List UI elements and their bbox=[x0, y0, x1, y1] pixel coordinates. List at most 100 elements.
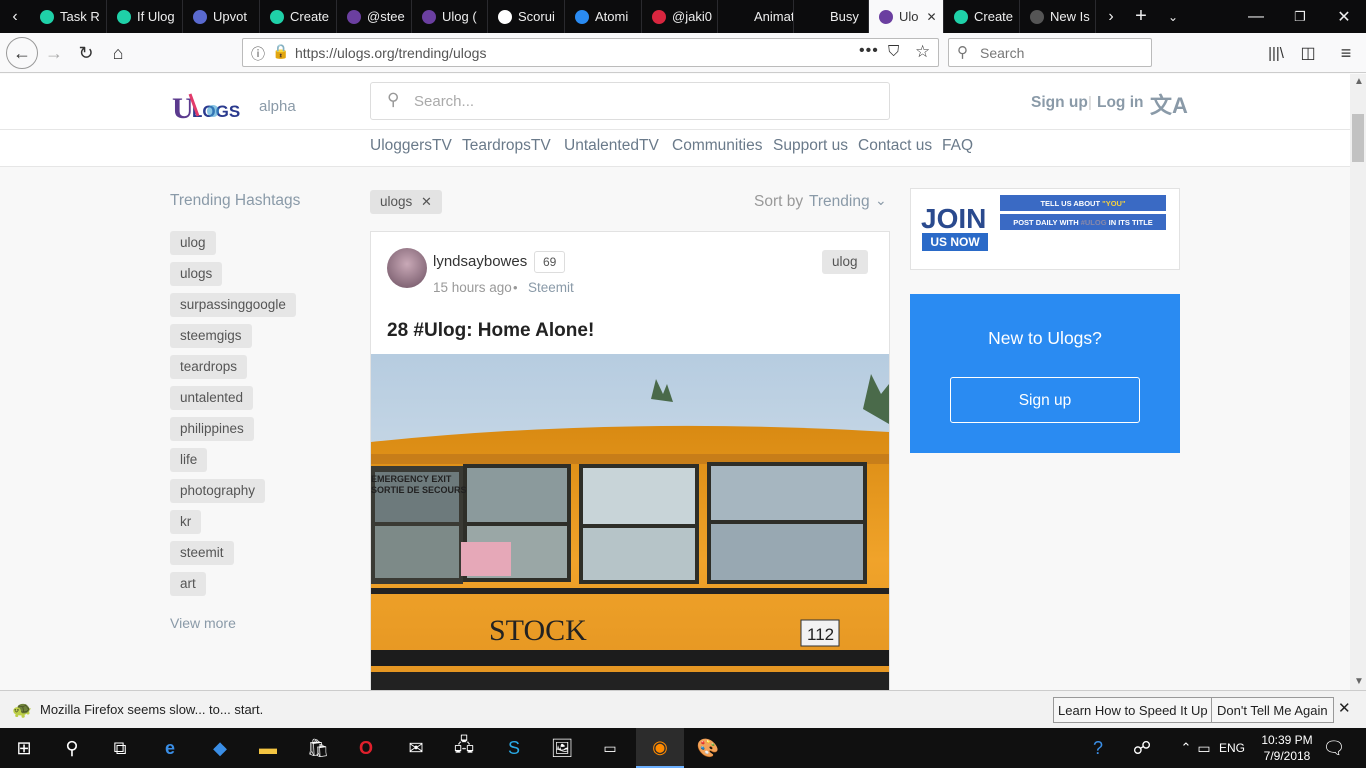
menu-icon[interactable]: ≡ bbox=[1330, 37, 1362, 69]
opera-icon[interactable]: O bbox=[342, 728, 390, 768]
hashtag-life[interactable]: life bbox=[170, 448, 208, 472]
nav-link-faq[interactable]: FAQ bbox=[942, 137, 973, 155]
close-tab-icon[interactable]: ✕ bbox=[927, 10, 937, 24]
post-title[interactable]: 28 #Ulog: Home Alone! bbox=[387, 320, 594, 342]
tab-scroll-left-icon[interactable]: ‹ bbox=[0, 0, 30, 33]
dropbox-icon[interactable]: ◆ bbox=[196, 728, 244, 768]
task-view-icon[interactable]: ⧉ bbox=[96, 728, 144, 768]
restore-icon[interactable]: ❐ bbox=[1280, 0, 1320, 33]
new-tab-icon[interactable]: + bbox=[1126, 0, 1156, 33]
browser-search-input[interactable]: ⚲ Search bbox=[948, 38, 1152, 67]
mail-icon[interactable]: ✉ bbox=[392, 728, 440, 768]
bookmark-star-icon[interactable]: ☆ bbox=[915, 42, 930, 62]
browser-tab[interactable]: If Ulog bbox=[107, 0, 183, 33]
library-icon[interactable]: |||\ bbox=[1260, 37, 1292, 69]
active-filter-chip[interactable]: ulogs ✕ bbox=[370, 190, 442, 214]
signup-button[interactable]: Sign up bbox=[950, 377, 1140, 423]
browser-tab[interactable]: New Is bbox=[1020, 0, 1096, 33]
browser-tab[interactable]: Animated bbox=[718, 0, 794, 33]
sidebar-toggle-icon[interactable]: ◫ bbox=[1292, 37, 1324, 69]
close-icon[interactable]: ✕ bbox=[421, 194, 432, 209]
scroll-down-icon[interactable]: ▼ bbox=[1354, 676, 1364, 687]
network-app-icon[interactable]: 🖧 bbox=[440, 728, 488, 768]
skype-icon[interactable]: S bbox=[490, 728, 538, 768]
post-tag[interactable]: ulog bbox=[822, 250, 868, 274]
help-icon[interactable]: ? bbox=[1074, 728, 1122, 768]
notifications-icon[interactable]: 🗨 bbox=[1310, 728, 1358, 768]
translate-icon[interactable]: 文A bbox=[1150, 88, 1188, 120]
scroll-thumb[interactable] bbox=[1352, 114, 1364, 162]
nav-link-teardropstv[interactable]: TeardropsTV bbox=[462, 137, 551, 155]
hashtag-steemgigs[interactable]: steemgigs bbox=[170, 324, 252, 348]
post-card[interactable]: lyndsaybowes 69 15 hours ago • Steemit u… bbox=[370, 231, 890, 690]
windows-start-icon[interactable]: ⊞ bbox=[0, 728, 48, 768]
nav-link-support-us[interactable]: Support us bbox=[773, 137, 848, 155]
reload-icon[interactable]: ↻ bbox=[70, 37, 102, 69]
ulogs-logo[interactable]: U LOGS bbox=[172, 90, 262, 125]
learn-speed-button[interactable]: Learn How to Speed It Up bbox=[1053, 697, 1213, 723]
paint-icon[interactable]: 🎨 bbox=[684, 728, 732, 768]
firefox-icon[interactable]: ◉ bbox=[636, 728, 684, 768]
close-window-icon[interactable]: ✕ bbox=[1324, 0, 1364, 33]
dont-tell-button[interactable]: Don't Tell Me Again bbox=[1211, 697, 1334, 723]
browser-tab[interactable]: Create bbox=[260, 0, 337, 33]
signup-link[interactable]: Sign up bbox=[1031, 94, 1088, 112]
file-explorer-icon[interactable]: ▬ bbox=[244, 728, 292, 768]
post-author[interactable]: lyndsaybowes bbox=[433, 253, 527, 270]
view-more-link[interactable]: View more bbox=[170, 615, 236, 631]
browser-tab[interactable]: Upvot bbox=[183, 0, 260, 33]
page-actions-icon[interactable]: ••• bbox=[859, 42, 879, 60]
hashtag-ulogs[interactable]: ulogs bbox=[170, 262, 223, 286]
browser-tab[interactable]: @stee bbox=[337, 0, 412, 33]
browser-tab[interactable]: Create bbox=[944, 0, 1020, 33]
back-icon[interactable]: ← bbox=[6, 37, 38, 69]
search-icon[interactable]: ⚲ bbox=[48, 728, 96, 768]
forward-icon[interactable]: → bbox=[38, 37, 70, 69]
minimize-icon[interactable]: — bbox=[1236, 0, 1276, 33]
store-icon[interactable]: 🛍 bbox=[294, 728, 342, 768]
language-indicator[interactable]: ENG bbox=[1219, 741, 1245, 755]
clock-time[interactable]: 10:39 PM bbox=[1257, 733, 1317, 747]
hashtag-surpassinggoogle[interactable]: surpassinggoogle bbox=[170, 293, 296, 317]
image-viewer-icon[interactable]: 🖼 bbox=[538, 728, 586, 768]
hashtag-steemit[interactable]: steemit bbox=[170, 541, 234, 565]
join-banner[interactable]: JOIN US NOW TELL US ABOUT "YOU" POST DAI… bbox=[910, 188, 1180, 270]
browser-tab[interactable]: Busy bbox=[794, 0, 869, 33]
post-image[interactable]: STOCK 112 EMERGENCY EXIT SORTIE DE SECOU… bbox=[371, 354, 889, 690]
pocket-icon[interactable]: ⛉ bbox=[888, 43, 899, 60]
browser-tab[interactable]: Atomi bbox=[565, 0, 642, 33]
page-scrollbar[interactable]: ▲ ▼ bbox=[1350, 74, 1366, 690]
url-text[interactable]: https://ulogs.org/trending/ulogs bbox=[295, 45, 486, 61]
hashtag-photography[interactable]: photography bbox=[170, 479, 266, 503]
home-icon[interactable]: ⌂ bbox=[102, 37, 134, 69]
hashtag-philippines[interactable]: philippines bbox=[170, 417, 254, 441]
close-icon[interactable]: ✕ bbox=[1338, 699, 1351, 717]
browser-tab[interactable]: Scorui bbox=[488, 0, 565, 33]
scroll-up-icon[interactable]: ▲ bbox=[1354, 76, 1364, 87]
browser-tab[interactable]: Ulog ( bbox=[412, 0, 488, 33]
avatar[interactable] bbox=[387, 248, 427, 288]
hashtag-untalented[interactable]: untalented bbox=[170, 386, 254, 410]
hashtag-art[interactable]: art bbox=[170, 572, 206, 596]
nav-link-untalentedtv[interactable]: UntalentedTV bbox=[564, 137, 659, 155]
info-icon[interactable]: ⓘ bbox=[251, 44, 265, 64]
people-icon[interactable]: ☍ bbox=[1118, 728, 1166, 768]
login-link[interactable]: Log in bbox=[1097, 94, 1144, 112]
nav-link-contact-us[interactable]: Contact us bbox=[858, 137, 932, 155]
terminal-icon[interactable]: ▭ bbox=[586, 728, 634, 768]
hashtag-ulog[interactable]: ulog bbox=[170, 231, 216, 255]
browser-tab[interactable]: Ulo ✕ bbox=[869, 0, 944, 33]
nav-link-uloggerstv[interactable]: UloggersTV bbox=[370, 137, 452, 155]
post-app[interactable]: Steemit bbox=[528, 280, 574, 295]
browser-tab[interactable]: @jaki0 bbox=[642, 0, 718, 33]
site-search-input[interactable]: ⚲ Search... bbox=[370, 82, 890, 120]
hashtag-teardrops[interactable]: teardrops bbox=[170, 355, 248, 379]
clock-date[interactable]: 7/9/2018 bbox=[1257, 749, 1317, 763]
nav-link-communities[interactable]: Communities bbox=[672, 137, 762, 155]
chevron-down-icon[interactable]: ⌄ bbox=[875, 192, 887, 209]
hashtag-kr[interactable]: kr bbox=[170, 510, 202, 534]
tab-list-chevron-down-icon[interactable]: ⌄ bbox=[1158, 0, 1188, 33]
edge-icon[interactable]: e bbox=[146, 728, 194, 768]
sort-dropdown[interactable]: Trending bbox=[809, 193, 870, 211]
browser-tab[interactable]: Task R bbox=[30, 0, 107, 33]
